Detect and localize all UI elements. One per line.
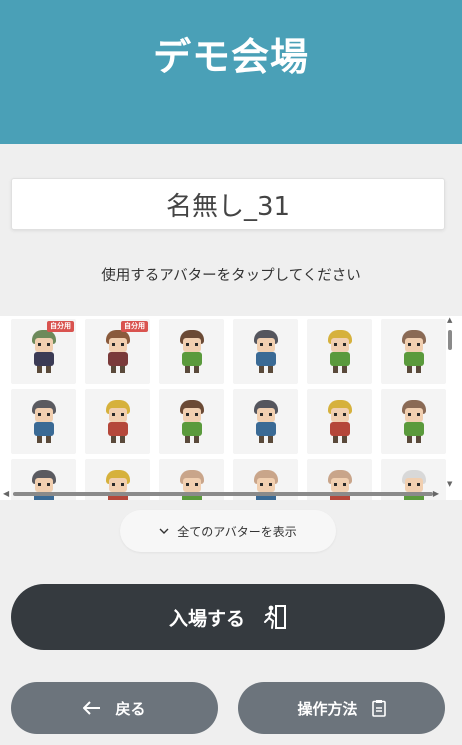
nickname-input[interactable] — [11, 178, 445, 230]
avatar-sprite — [251, 329, 281, 374]
avatar-option[interactable] — [11, 389, 76, 454]
avatar-sprite — [103, 329, 133, 374]
avatar-grid: 自分用 自分用 — [11, 319, 446, 500]
avatar-option[interactable] — [381, 319, 446, 384]
avatar-sprite — [325, 329, 355, 374]
horizontal-scrollbar[interactable]: ◀ ▶ — [3, 489, 439, 498]
vertical-scroll-thumb[interactable] — [448, 330, 452, 350]
avatar-option[interactable] — [159, 389, 224, 454]
back-button[interactable]: 戻る — [11, 682, 218, 734]
avatar-option[interactable] — [159, 319, 224, 384]
arrow-left-icon — [83, 701, 101, 715]
chevron-down-icon — [159, 528, 169, 535]
back-button-label: 戻る — [115, 699, 146, 718]
enter-button-label: 入場する — [168, 607, 245, 630]
enter-door-icon — [263, 604, 287, 630]
avatar-sprite — [399, 399, 429, 444]
avatar-option[interactable] — [381, 389, 446, 454]
vertical-scrollbar[interactable]: ▲ ▼ — [447, 316, 453, 488]
scroll-right-arrow-icon[interactable]: ▶ — [433, 489, 439, 498]
help-button[interactable]: 操作方法 — [238, 682, 445, 734]
avatar-option[interactable] — [307, 389, 372, 454]
avatar-sprite — [29, 329, 59, 374]
enter-button[interactable]: 入場する — [11, 584, 445, 650]
header: デモ会場 — [0, 0, 462, 144]
help-button-label: 操作方法 — [297, 699, 358, 718]
page-title: デモ会場 — [152, 34, 309, 79]
avatar-option[interactable] — [233, 389, 298, 454]
scroll-left-arrow-icon[interactable]: ◀ — [3, 489, 9, 498]
scroll-down-arrow-icon[interactable]: ▼ — [447, 480, 452, 488]
show-all-avatars-button[interactable]: 全てのアバターを表示 — [120, 510, 336, 552]
clipboard-icon — [371, 699, 386, 717]
avatar-sprite — [29, 399, 59, 444]
avatar-sprite — [399, 329, 429, 374]
avatar-sprite — [325, 399, 355, 444]
avatar-grid-container[interactable]: 自分用 自分用 — [0, 316, 462, 500]
instruction-text: 使用するアバターをタップしてください — [101, 268, 361, 284]
avatar-option[interactable] — [233, 319, 298, 384]
show-all-avatars-label: 全てのアバターを表示 — [177, 524, 297, 539]
horizontal-scroll-thumb[interactable] — [13, 492, 433, 496]
avatar-sprite — [177, 399, 207, 444]
self-use-badge: 自分用 — [121, 321, 148, 332]
avatar-option[interactable]: 自分用 — [85, 319, 150, 384]
page: デモ会場 使用するアバターをタップしてください 自分用 自分用 ▲ ▼ ◀ ▶ 全… — [0, 0, 462, 745]
avatar-option[interactable] — [85, 389, 150, 454]
avatar-option[interactable]: 自分用 — [11, 319, 76, 384]
avatar-sprite — [103, 399, 133, 444]
avatar-sprite — [251, 399, 281, 444]
avatar-sprite — [177, 329, 207, 374]
scroll-up-arrow-icon[interactable]: ▲ — [447, 316, 452, 324]
self-use-badge: 自分用 — [47, 321, 74, 332]
avatar-option[interactable] — [307, 319, 372, 384]
